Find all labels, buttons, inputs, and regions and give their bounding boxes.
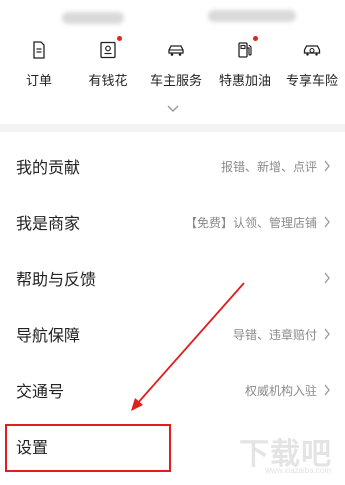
menu-item-merchant[interactable]: 我是商家 【免费】认领、管理店铺 <box>0 194 345 250</box>
car-icon <box>168 45 184 56</box>
quick-action-label: 特惠加油 <box>218 73 271 88</box>
watermark: 下载吧 www.xiazaiba.com <box>239 427 339 479</box>
menu-item-title: 交通号 <box>16 384 65 401</box>
order-document-icon <box>33 41 45 59</box>
quick-action-label: 专享车险 <box>285 73 338 88</box>
menu-item-subtitle: 权威机构入驻 <box>244 383 317 398</box>
menu-item-title: 我的贡献 <box>16 160 81 177</box>
chevron-right-icon <box>324 216 330 228</box>
notification-dot <box>117 36 122 41</box>
quick-action-car-service[interactable]: 车主服务 <box>146 40 206 89</box>
menu-item-subtitle: 报错、新增、点评 <box>220 159 317 174</box>
menu-item-help-feedback[interactable]: 帮助与反馈 <box>0 250 345 306</box>
menu-item-title: 我是商家 <box>16 216 81 233</box>
settings-highlight-box <box>5 424 171 472</box>
profile-header-strip <box>0 0 345 36</box>
quick-action-label: 车主服务 <box>149 73 202 88</box>
quick-action-fuel[interactable]: 特惠加油 <box>214 36 276 89</box>
blurred-username <box>62 12 124 24</box>
quick-action-label: 订单 <box>25 73 52 88</box>
quick-action-car-insurance[interactable]: 专享车险 <box>282 40 342 89</box>
money-card-icon <box>100 41 116 59</box>
car-insurance-icon <box>303 45 321 56</box>
quick-action-label: 有钱花 <box>88 73 128 88</box>
section-divider <box>0 124 345 132</box>
menu-item-traffic-account[interactable]: 交通号 权威机构入驻 <box>0 362 345 418</box>
notification-dot <box>253 36 258 41</box>
menu-item-navigation-guarantee[interactable]: 导航保障 导错、违章赔付 <box>0 306 345 362</box>
chevron-right-icon <box>324 328 330 340</box>
quick-actions-row: 订单 有钱花 车主服务 特惠加油 专享车险 <box>0 36 345 98</box>
fuel-pump-icon <box>238 42 252 58</box>
menu-item-subtitle: 【免费】认领、管理店铺 <box>184 215 317 230</box>
menu-item-subtitle: 导错、违章赔付 <box>232 327 317 342</box>
chevron-down-icon[interactable] <box>166 104 180 114</box>
blurred-stats <box>208 10 296 22</box>
menu-item-title: 帮助与反馈 <box>16 272 97 289</box>
chevron-right-icon <box>324 272 330 284</box>
quick-action-money[interactable]: 有钱花 <box>83 36 133 89</box>
menu-item-contribution[interactable]: 我的贡献 报错、新增、点评 <box>0 138 345 194</box>
chevron-right-icon <box>324 384 330 396</box>
watermark-url: www.xiazaiba.com <box>265 466 331 475</box>
chevron-right-icon <box>324 160 330 172</box>
menu-item-title: 导航保障 <box>16 328 81 345</box>
quick-action-orders[interactable]: 订单 <box>14 40 64 89</box>
